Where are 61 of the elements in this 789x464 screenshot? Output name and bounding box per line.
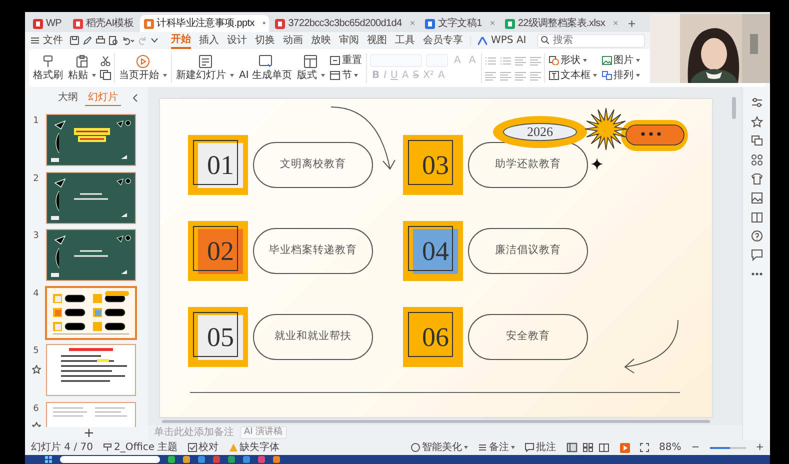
- slide-number: 1: [33, 115, 39, 128]
- ribbon-tab[interactable]: 设计: [227, 33, 247, 48]
- proofing-button[interactable]: 校对: [188, 442, 219, 454]
- ribbon-tab[interactable]: 放映: [311, 33, 331, 48]
- new-slide-button[interactable]: 新建幻灯片: [175, 55, 235, 81]
- zoom-level[interactable]: 88%: [658, 440, 682, 455]
- picture-button[interactable]: 图片: [600, 54, 641, 66]
- theme-button[interactable]: 2_Office 主题: [103, 442, 178, 454]
- shape-button[interactable]: 形状: [548, 54, 598, 66]
- topic-label: 廉洁倡议教育: [468, 228, 588, 274]
- document-tab[interactable]: 22级调整档案表.xlsx ×: [500, 15, 622, 32]
- ribbon-tab[interactable]: 审阅: [339, 33, 359, 48]
- wps-ai-button[interactable]: WPS AI: [478, 33, 526, 48]
- topic-label: 毕业档案转递教育: [253, 228, 373, 274]
- textbox-button[interactable]: 文本框: [548, 70, 598, 82]
- notes-button[interactable]: 备注: [478, 442, 515, 454]
- slide-number: 4: [33, 288, 39, 300]
- ribbon-tab[interactable]: 切换: [255, 33, 275, 48]
- slide-counter: 幻灯片 4 / 70: [31, 440, 93, 455]
- slide-number: 2: [33, 172, 39, 186]
- item-number: 01: [206, 149, 235, 182]
- tab-close-button[interactable]: •: [262, 16, 266, 30]
- new-tab-button[interactable]: +: [624, 15, 640, 32]
- paste-button[interactable]: 粘贴: [67, 55, 97, 81]
- file-menu[interactable]: 文件: [31, 33, 63, 48]
- section-button[interactable]: 节: [328, 70, 363, 82]
- format-painter-button[interactable]: 格式刷: [32, 55, 64, 81]
- beautify-button[interactable]: 智能美化: [410, 442, 468, 454]
- item-number: 03: [421, 149, 450, 182]
- ai-page-button[interactable]: AI 生成单页: [238, 55, 293, 81]
- panel-tab[interactable]: 大纲: [55, 91, 81, 105]
- document-tab[interactable]: 稻壳AI模板: [69, 15, 138, 32]
- topic-label: 就业和就业帮扶: [253, 314, 373, 360]
- document-tab[interactable]: 计科毕业注意事项.pptx •: [140, 15, 270, 32]
- ribbon-tab[interactable]: 视图: [367, 33, 387, 48]
- reset-button[interactable]: 重置: [328, 54, 363, 66]
- zoom-in-button[interactable]: +: [756, 442, 764, 454]
- missing-fonts-button[interactable]: 缺失字体: [228, 442, 280, 454]
- ribbon-tab[interactable]: 会员专享: [423, 33, 463, 48]
- document-tab[interactable]: 文字文稿1 ×: [420, 15, 499, 32]
- topic-label: 文明离校教育: [253, 142, 373, 188]
- ribbon-tab[interactable]: 工具: [395, 33, 415, 48]
- topic-label: 安全教育: [468, 314, 588, 360]
- ribbon-tab[interactable]: 插入: [199, 33, 219, 48]
- item-number: 04: [421, 235, 450, 268]
- slide-number: 5: [33, 345, 39, 358]
- start-from-current-button[interactable]: 当页开始: [118, 55, 168, 81]
- ribbon-tab[interactable]: 动画: [283, 33, 303, 48]
- slide-number: 6: [33, 402, 39, 416]
- arrange-button[interactable]: 排列: [600, 70, 641, 82]
- comments-button[interactable]: 批注: [524, 442, 556, 454]
- zoom-out-button[interactable]: −: [691, 442, 700, 454]
- add-slide-button[interactable]: +: [82, 427, 96, 440]
- layout-button[interactable]: 版式: [296, 55, 326, 81]
- item-number: 06: [421, 321, 450, 354]
- document-tab[interactable]: 3722bcc3c3bc65d200d1d4 ×: [271, 15, 419, 32]
- item-number: 02: [206, 235, 235, 268]
- item-number: 05: [206, 321, 235, 354]
- search-field[interactable]: 搜索: [537, 34, 646, 48]
- slide-number: 3: [33, 230, 39, 243]
- document-tab[interactable]: WP: [29, 15, 67, 32]
